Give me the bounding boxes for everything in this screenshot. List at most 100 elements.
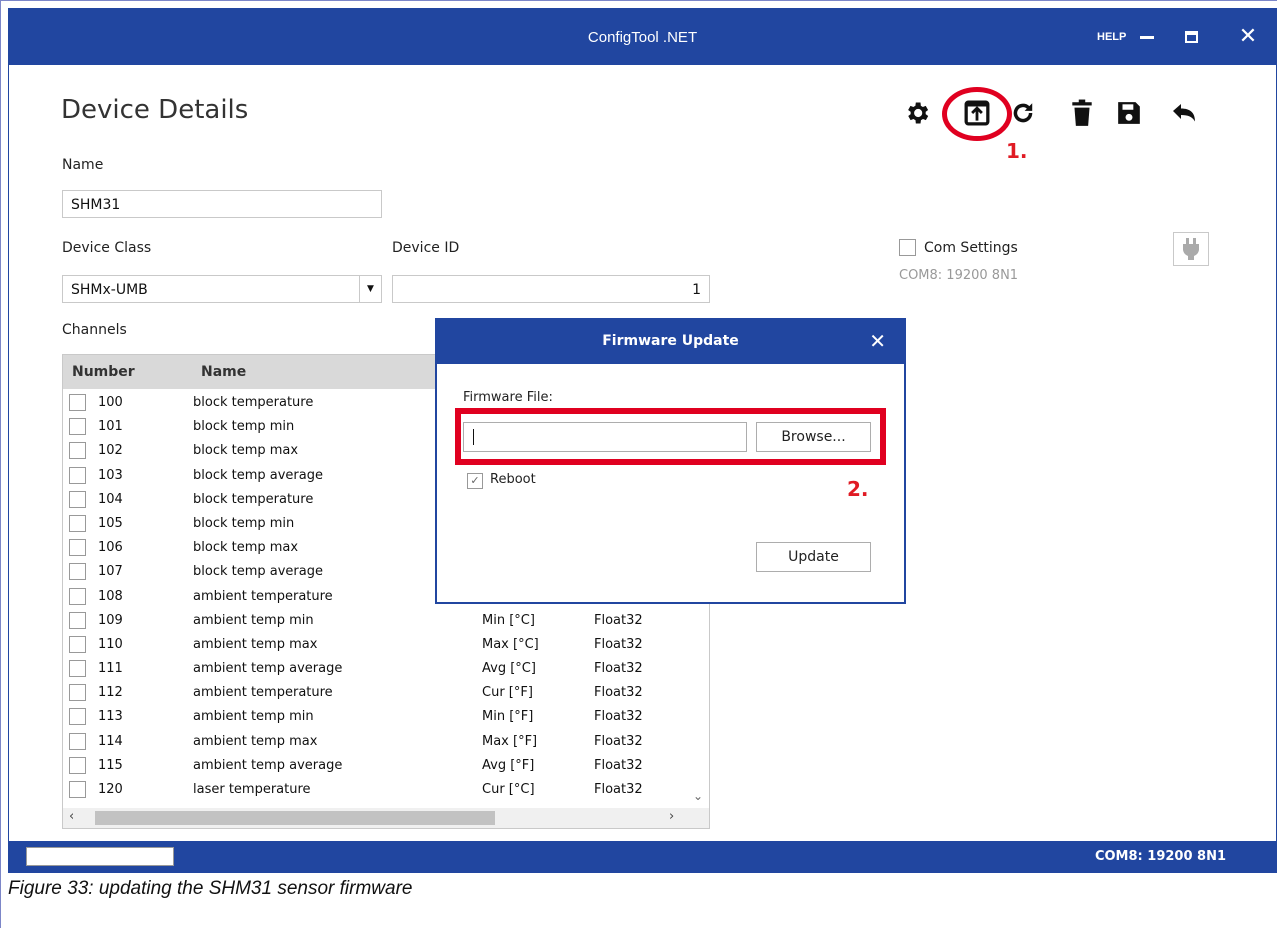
cell-number: 108 bbox=[98, 588, 123, 604]
cell-name: block temp average bbox=[193, 564, 323, 580]
table-row[interactable]: 120 laser temperature Cur [°C] Float32 bbox=[63, 778, 709, 802]
device-id-label: Device ID bbox=[392, 240, 460, 256]
scrollbar-thumb[interactable] bbox=[95, 811, 495, 825]
cell-name: block temperature bbox=[193, 395, 314, 410]
annotation-circle bbox=[942, 87, 1012, 141]
com-settings-checkbox[interactable] bbox=[899, 239, 916, 256]
dialog-close-icon[interactable]: ✕ bbox=[869, 329, 886, 353]
cell-number: 106 bbox=[98, 540, 123, 556]
table-row[interactable]: 111 ambient temp average Avg [°C] Float32 bbox=[63, 657, 709, 681]
undo-button[interactable] bbox=[1164, 93, 1204, 133]
cell-number: 111 bbox=[98, 661, 123, 677]
row-checkbox[interactable] bbox=[69, 418, 86, 436]
cell-name: ambient temp max bbox=[193, 733, 318, 749]
connect-button[interactable] bbox=[1173, 232, 1209, 266]
cell-unit: Min [°F] bbox=[482, 709, 534, 725]
cell-unit: Avg [°F] bbox=[482, 757, 535, 773]
cell-number: 112 bbox=[98, 685, 123, 701]
plug-icon bbox=[1183, 238, 1199, 260]
window-title: ConfigTool .NET bbox=[587, 29, 698, 46]
figure-caption: Figure 33: updating the SHM31 sensor fir… bbox=[8, 878, 413, 899]
scroll-right-icon[interactable]: › bbox=[669, 809, 674, 824]
table-row[interactable]: 110 ambient temp max Max [°C] Float32 bbox=[63, 633, 709, 657]
column-header-name[interactable]: Name bbox=[201, 364, 246, 380]
annotation-step-2: 2. bbox=[847, 477, 869, 501]
scroll-left-icon[interactable]: ‹ bbox=[69, 809, 74, 824]
name-input[interactable]: SHM31 bbox=[62, 190, 382, 218]
horizontal-scrollbar[interactable]: ‹ › bbox=[63, 808, 709, 828]
row-checkbox[interactable] bbox=[69, 539, 86, 557]
minimize-button[interactable] bbox=[1132, 23, 1162, 51]
cell-number: 102 bbox=[98, 443, 123, 459]
app-window: ConfigTool .NET HELP ✕ Device Details 1.… bbox=[8, 8, 1277, 873]
annotation-step-1: 1. bbox=[1006, 139, 1028, 163]
delete-button[interactable] bbox=[1062, 93, 1102, 133]
cell-unit: Min [°C] bbox=[482, 612, 535, 628]
cell-name: ambient temp max bbox=[193, 636, 318, 652]
maximize-icon bbox=[1184, 31, 1198, 43]
row-checkbox[interactable] bbox=[69, 563, 86, 581]
cell-name: ambient temp average bbox=[193, 661, 343, 677]
close-button[interactable]: ✕ bbox=[1233, 23, 1263, 51]
firmware-file-label: Firmware File: bbox=[463, 390, 553, 405]
row-checkbox[interactable] bbox=[69, 514, 86, 532]
cell-name: block temp min bbox=[193, 419, 295, 435]
cell-number: 107 bbox=[98, 564, 123, 580]
cell-type: Float32 bbox=[594, 636, 643, 652]
table-row[interactable]: 109 ambient temp min Min [°C] Float32 bbox=[63, 609, 709, 633]
row-checkbox[interactable] bbox=[69, 466, 86, 484]
table-row[interactable]: 115 ambient temp average Avg [°F] Float32 bbox=[63, 754, 709, 778]
settings-button[interactable] bbox=[897, 93, 937, 133]
gear-icon bbox=[908, 102, 929, 124]
status-connection: COM8: 19200 8N1 bbox=[1094, 849, 1226, 864]
scroll-down-icon[interactable]: ⌄ bbox=[693, 789, 703, 803]
reboot-checkbox[interactable]: ✓ bbox=[467, 473, 483, 489]
row-checkbox[interactable] bbox=[69, 708, 86, 726]
cell-name: ambient temp min bbox=[193, 709, 314, 725]
cell-name: ambient temperature bbox=[193, 588, 333, 604]
cell-name: block temp average bbox=[193, 467, 323, 483]
cell-type: Float32 bbox=[594, 661, 643, 677]
device-id-input[interactable]: 1 bbox=[392, 275, 710, 303]
cell-number: 115 bbox=[98, 757, 123, 773]
row-checkbox[interactable] bbox=[69, 587, 86, 605]
column-header-number[interactable]: Number bbox=[72, 364, 135, 380]
refresh-icon bbox=[1013, 103, 1033, 123]
row-checkbox[interactable] bbox=[69, 394, 86, 411]
table-row[interactable]: 113 ambient temp min Min [°F] Float32 bbox=[63, 705, 709, 729]
row-checkbox[interactable] bbox=[69, 660, 86, 678]
cell-type: Float32 bbox=[594, 685, 643, 701]
cell-number: 114 bbox=[98, 733, 123, 749]
row-checkbox[interactable] bbox=[69, 684, 86, 702]
cell-type: Float32 bbox=[594, 782, 643, 797]
cell-number: 100 bbox=[98, 395, 123, 410]
save-button[interactable] bbox=[1109, 93, 1149, 133]
cell-type: Float32 bbox=[594, 733, 643, 749]
refresh-button[interactable] bbox=[1003, 93, 1043, 133]
cell-name: laser temperature bbox=[193, 782, 311, 797]
name-label: Name bbox=[62, 157, 104, 173]
row-checkbox[interactable] bbox=[69, 732, 86, 750]
device-class-select[interactable]: SHMx-UMB ▼ bbox=[62, 275, 382, 303]
row-checkbox[interactable] bbox=[69, 611, 86, 629]
row-checkbox[interactable] bbox=[69, 490, 86, 508]
device-class-value: SHMx-UMB bbox=[71, 282, 148, 298]
help-button[interactable]: HELP bbox=[1097, 31, 1126, 43]
cell-name: block temp min bbox=[193, 515, 295, 531]
cell-type: Float32 bbox=[594, 709, 643, 725]
close-icon: ✕ bbox=[1238, 24, 1258, 49]
row-checkbox[interactable] bbox=[69, 635, 86, 653]
row-checkbox[interactable] bbox=[69, 756, 86, 774]
device-class-label: Device Class bbox=[62, 240, 152, 256]
status-field bbox=[26, 847, 174, 866]
maximize-button[interactable] bbox=[1176, 23, 1206, 51]
update-button[interactable]: Update bbox=[756, 542, 871, 572]
cell-number: 113 bbox=[98, 709, 123, 725]
cell-number: 120 bbox=[98, 782, 123, 797]
com-settings-value: COM8: 19200 8N1 bbox=[899, 268, 1019, 283]
cell-number: 105 bbox=[98, 515, 123, 531]
row-checkbox[interactable] bbox=[69, 781, 86, 798]
table-row[interactable]: 112 ambient temperature Cur [°F] Float32 bbox=[63, 681, 709, 705]
row-checkbox[interactable] bbox=[69, 442, 86, 460]
table-row[interactable]: 114 ambient temp max Max [°F] Float32 bbox=[63, 730, 709, 754]
